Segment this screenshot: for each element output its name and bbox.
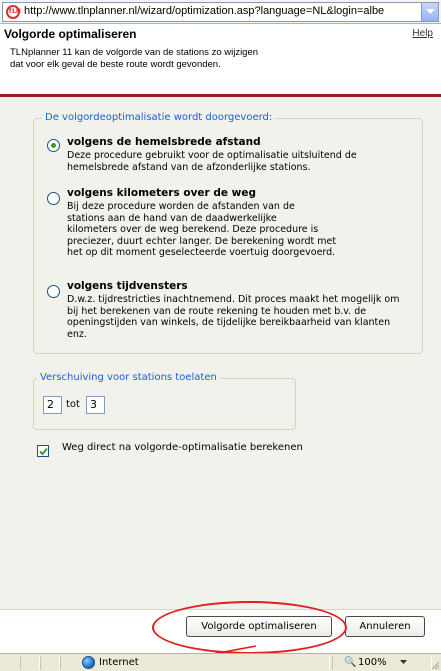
security-zone-label: Internet xyxy=(99,657,139,668)
url-dropdown-button[interactable] xyxy=(421,3,438,21)
status-segment xyxy=(20,656,40,670)
shift-legend: Verschuiving voor stations toelaten xyxy=(37,372,220,383)
option-title-kilometers: volgens kilometers over de weg xyxy=(67,187,256,199)
zoom-level[interactable]: 100% xyxy=(358,657,387,668)
shift-to-input[interactable]: 3 xyxy=(86,396,105,414)
option-desc-line: bij het berekenen van de route rekening … xyxy=(67,305,367,317)
option-desc-line: enz. xyxy=(67,328,87,340)
header-description-line2: dat voor elk geval de beste route wordt … xyxy=(10,59,221,70)
option-desc-line: stations aan de hand van de daadwerkelij… xyxy=(67,212,277,224)
status-segment xyxy=(40,656,60,670)
page-title: Volgorde optimaliseren xyxy=(4,27,137,41)
header-description-line1: TLNplanner 11 kan de volgorde van de sta… xyxy=(10,47,259,58)
chevron-down-icon xyxy=(426,9,435,14)
option-title-tijdvensters: volgens tijdvensters xyxy=(67,280,188,292)
option-desc-line: Deze procedure gebruikt voor de optimali… xyxy=(67,150,357,161)
route-calc-label: Weg direct na volgorde-optimalisatie ber… xyxy=(62,442,303,453)
option-desc-line: het op dit moment geselecteerde voertuig… xyxy=(67,247,336,258)
option-desc-line: kilometers over de weg berekend. Deze pr… xyxy=(67,224,319,235)
radio-kilometers-weg[interactable] xyxy=(47,192,60,205)
url-field[interactable]: TLN http://www.tlnplanner.nl/wizard/opti… xyxy=(2,2,439,22)
resize-grip-icon[interactable] xyxy=(430,660,440,670)
option-desc-line: hemelsbrede afstand van de afzonderlijke… xyxy=(67,161,311,173)
checkmark-icon xyxy=(39,447,48,456)
zoom-icon[interactable]: 🔍 xyxy=(344,657,356,668)
option-desc-tijdvensters: D.w.z. tijdrestricties inachtnemend. Dit… xyxy=(67,294,399,340)
globe-icon xyxy=(82,656,95,669)
radio-tijdvensters[interactable] xyxy=(47,285,60,298)
address-bar: TLN http://www.tlnplanner.nl/wizard/opti… xyxy=(0,0,441,24)
shift-from-input[interactable]: 2 xyxy=(43,396,62,414)
option-desc-line: Bij deze procedure worden de afstanden v… xyxy=(67,201,295,212)
cancel-button[interactable]: Annuleren xyxy=(345,616,425,637)
header-description: TLNplanner 11 kan de volgorde van de sta… xyxy=(10,47,320,71)
help-link[interactable]: Help xyxy=(412,28,433,39)
chevron-down-icon[interactable] xyxy=(400,660,407,665)
radio-hemelsbrede-afstand[interactable] xyxy=(47,139,60,152)
option-desc-line: D.w.z. tijdrestricties inachtnemend. Dit… xyxy=(67,294,400,305)
url-text[interactable]: http://www.tlnplanner.nl/wizard/optimiza… xyxy=(24,5,416,17)
highlight-ellipse xyxy=(152,601,347,654)
shift-to-label: tot xyxy=(66,399,80,410)
option-title-hemelsbrede: volgens de hemelsbrede afstand xyxy=(67,136,261,148)
optimization-legend: De volgordeoptimalisatie wordt doorgevoe… xyxy=(42,112,276,123)
option-desc-line: openingstijden van winkels, de tijdelijk… xyxy=(67,317,391,328)
option-desc-kilometers: Bij deze procedure worden de afstanden v… xyxy=(67,201,336,259)
option-desc-hemelsbrede: Deze procedure gebruikt voor de optimali… xyxy=(67,150,357,173)
route-calc-checkbox[interactable] xyxy=(37,445,49,457)
option-desc-line: preciezer, duurt echter langer. De berek… xyxy=(67,235,337,247)
tln-page-icon: TLN xyxy=(6,5,21,19)
